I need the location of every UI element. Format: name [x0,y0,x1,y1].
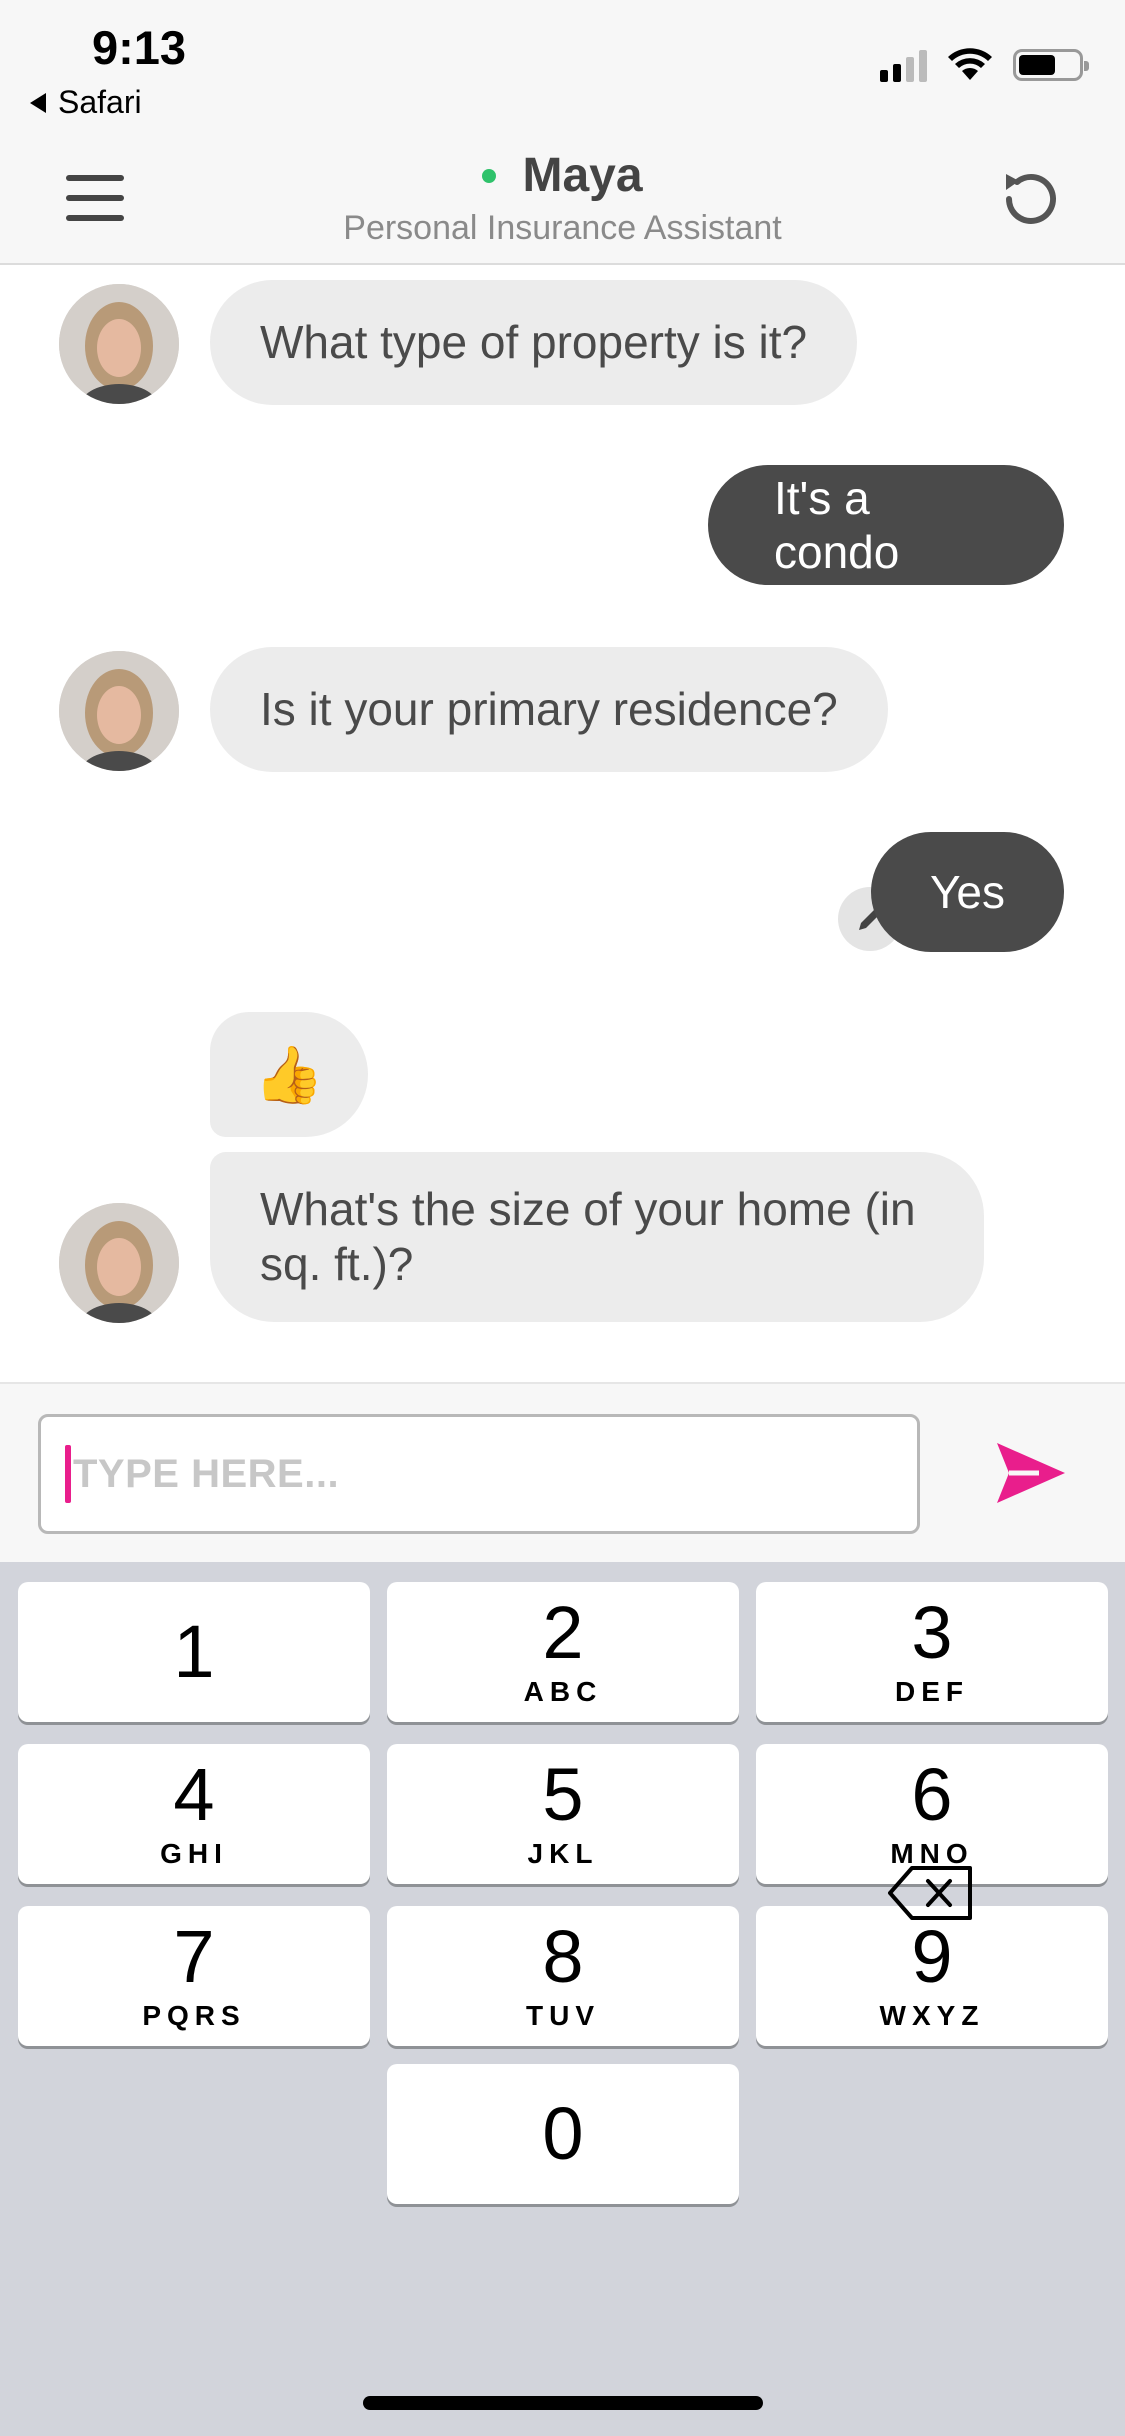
message-input[interactable]: TYPE HERE... [38,1414,920,1534]
agent-name: Maya [522,149,643,202]
key-7[interactable]: 7 PQRS [18,1906,370,2046]
back-label: Safari [58,84,142,120]
text-cursor [65,1445,71,1503]
key-5[interactable]: 5 JKL [387,1744,739,1884]
back-to-safari-link[interactable]: Safari [30,84,142,121]
send-icon[interactable] [995,1439,1067,1507]
user-message: It's a condo [708,465,1064,585]
header-title: Maya Personal Insurance Assistant [0,148,1125,248]
assistant-avatar [59,651,179,771]
assistant-emoji-message: 👍 [210,1012,368,1137]
restart-icon[interactable] [995,164,1065,234]
status-bar: 9:13 Safari [0,0,1125,130]
assistant-message: What's the size of your home (in sq. ft.… [210,1152,984,1322]
assistant-message: Is it your primary residence? [210,647,888,772]
message-composer: TYPE HERE... [0,1382,1125,1562]
key-2[interactable]: 2 ABC [387,1582,739,1722]
user-message: Yes [871,832,1064,952]
wifi-icon [948,48,992,80]
back-arrow-icon [30,92,46,113]
cellular-signal-icon [880,48,927,82]
chat-thread: What type of property is it? It's a cond… [0,267,1125,1382]
key-8[interactable]: 8 TUV [387,1906,739,2046]
home-indicator [363,2396,763,2410]
key-4[interactable]: 4 GHI [18,1744,370,1884]
assistant-avatar [59,1203,179,1323]
key-1[interactable]: 1 [18,1582,370,1722]
battery-icon [1013,49,1089,81]
input-placeholder: TYPE HERE... [73,1451,340,1496]
assistant-avatar [59,284,179,404]
agent-subtitle: Personal Insurance Assistant [343,209,782,247]
online-status-dot [482,168,497,183]
key-3[interactable]: 3 DEF [756,1582,1108,1722]
assistant-message: What type of property is it? [210,280,858,405]
backspace-key-icon[interactable] [886,1858,976,1928]
status-icons [880,48,1089,82]
chat-header: Maya Personal Insurance Assistant [0,130,1125,265]
key-0[interactable]: 0 [387,2064,739,2204]
status-time: 9:13 [92,21,187,74]
